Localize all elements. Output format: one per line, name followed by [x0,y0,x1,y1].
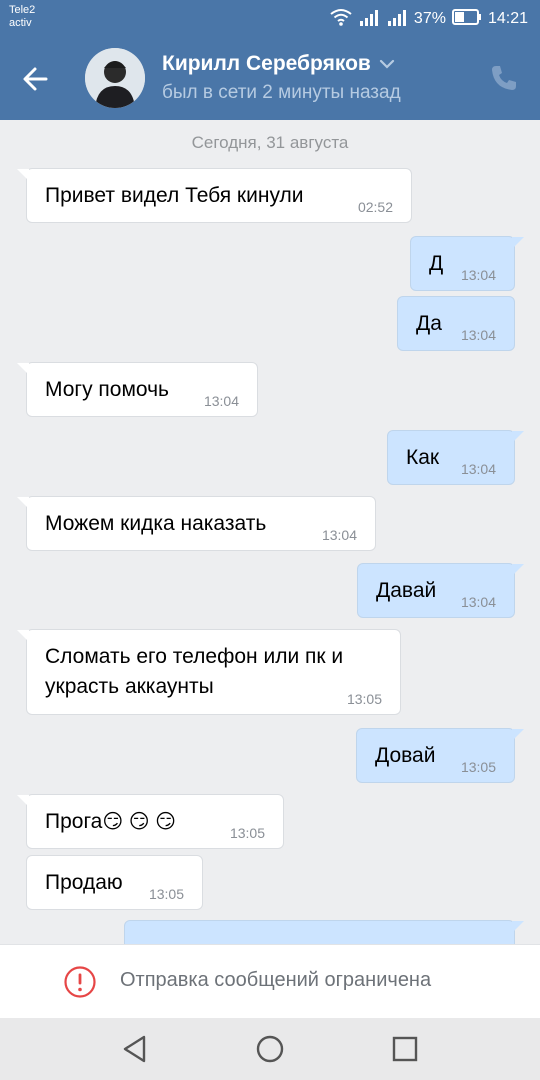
bubble-tail [512,564,524,576]
message-text: Довай [375,744,436,767]
avatar[interactable] [85,48,145,108]
recents-square-icon [392,1036,418,1062]
message-text: Можем кидка наказать [45,512,267,535]
incoming-message[interactable]: Сломать его телефон или пк и украсть акк… [17,629,401,715]
date-separator: Сегодня, 31 августа [191,133,349,152]
battery-percent: 37% [413,10,446,27]
message-text: Сломать его телефон или пк и [45,645,344,668]
last-seen-status: был в сети 2 минуты назад [162,82,401,103]
message-time: 13:04 [460,594,496,610]
incoming-message[interactable]: Привет видел Тебя кинули 02:52 [17,168,412,223]
bubble-tail [512,431,524,443]
bubble-tail [512,729,524,741]
restriction-text: Отправка сообщений ограничена [120,969,432,991]
nav-back-button[interactable] [118,1032,152,1066]
incoming-message[interactable]: Могу помочь 13:04 [17,362,258,417]
contact-name-row[interactable]: Кирилл Серебряков [162,52,395,76]
bubble-tail [17,630,29,642]
incoming-message[interactable]: Продаю 13:05 [26,855,203,910]
message-time: 13:05 [229,825,265,841]
message-time: 13:04 [460,461,496,477]
message-time: 13:04 [321,527,357,543]
system-nav-bar [0,1018,540,1080]
message-time: 13:04 [460,267,496,283]
nav-recents-button[interactable] [388,1032,422,1066]
back-triangle-icon [123,1035,146,1063]
signal-icon [358,8,380,31]
status-icons: 37% 14:21 [330,8,528,30]
message-text: Давай [376,579,437,602]
message-text: Продаю [45,871,123,894]
wifi-icon [330,8,352,31]
outgoing-message[interactable]: Как 13:04 [387,430,524,485]
message-text: Как [406,446,440,469]
message-time: 13:04 [460,327,496,343]
call-button[interactable] [488,62,520,94]
outgoing-message[interactable]: Да 13:04 [397,296,515,351]
phone-icon [492,66,516,90]
bubble-tail [17,363,29,375]
message-time: 02:52 [357,199,393,215]
outgoing-message[interactable]: Д 13:04 [410,236,524,291]
bubble-tail [512,921,524,933]
message-time: 13:05 [346,691,382,707]
chevron-down-icon [379,59,394,69]
message-text: Да [416,312,442,335]
battery-icon [451,8,482,30]
status-bar: Tele2 activ 37% 14:21 [0,0,540,38]
chat-header: Кирилл Серебряков был в сети 2 минуты на… [0,38,540,120]
message-text: Д [429,252,444,275]
carrier-label: Tele2 activ [9,4,35,30]
incoming-message[interactable]: Прога😏 😏 😏 13:05 [17,794,284,849]
outgoing-message[interactable]: Довай 13:05 [356,728,524,783]
carrier-sub: activ [9,17,32,29]
bubble-tail [17,169,29,181]
clock: 14:21 [487,10,528,27]
send-restricted-banner: Отправка сообщений ограничена [0,944,540,1018]
smirk-emoji-icon: 😏 😏 😏 [102,811,177,833]
nav-home-button[interactable] [253,1032,287,1066]
back-arrow-icon [23,67,48,91]
home-circle-icon [256,1035,284,1063]
message-time: 13:05 [148,886,184,902]
contact-name: Кирилл Серебряков [162,52,371,75]
bubble-tail [17,497,29,509]
message-list[interactable]: Сегодня, 31 августа Привет видел Тебя ки… [0,120,540,944]
message-time: 13:05 [460,759,496,775]
bubble-tail [512,237,524,249]
bubble-tail [17,795,29,807]
carrier-name: Tele2 [9,4,36,16]
outgoing-message[interactable]: Давай 13:04 [357,563,524,618]
outgoing-message-partial[interactable] [124,920,524,944]
message-text: Могу помочь [45,378,169,401]
warning-icon [64,966,96,998]
message-time: 13:04 [203,393,239,409]
back-button[interactable] [18,60,58,98]
message-text: Прога [45,810,103,833]
incoming-message[interactable]: Можем кидка наказать 13:04 [17,496,376,551]
message-text: Привет видел Тебя кинули [45,184,304,207]
message-text-line2: украсть аккаунты [45,675,214,698]
signal-icon [386,8,408,31]
